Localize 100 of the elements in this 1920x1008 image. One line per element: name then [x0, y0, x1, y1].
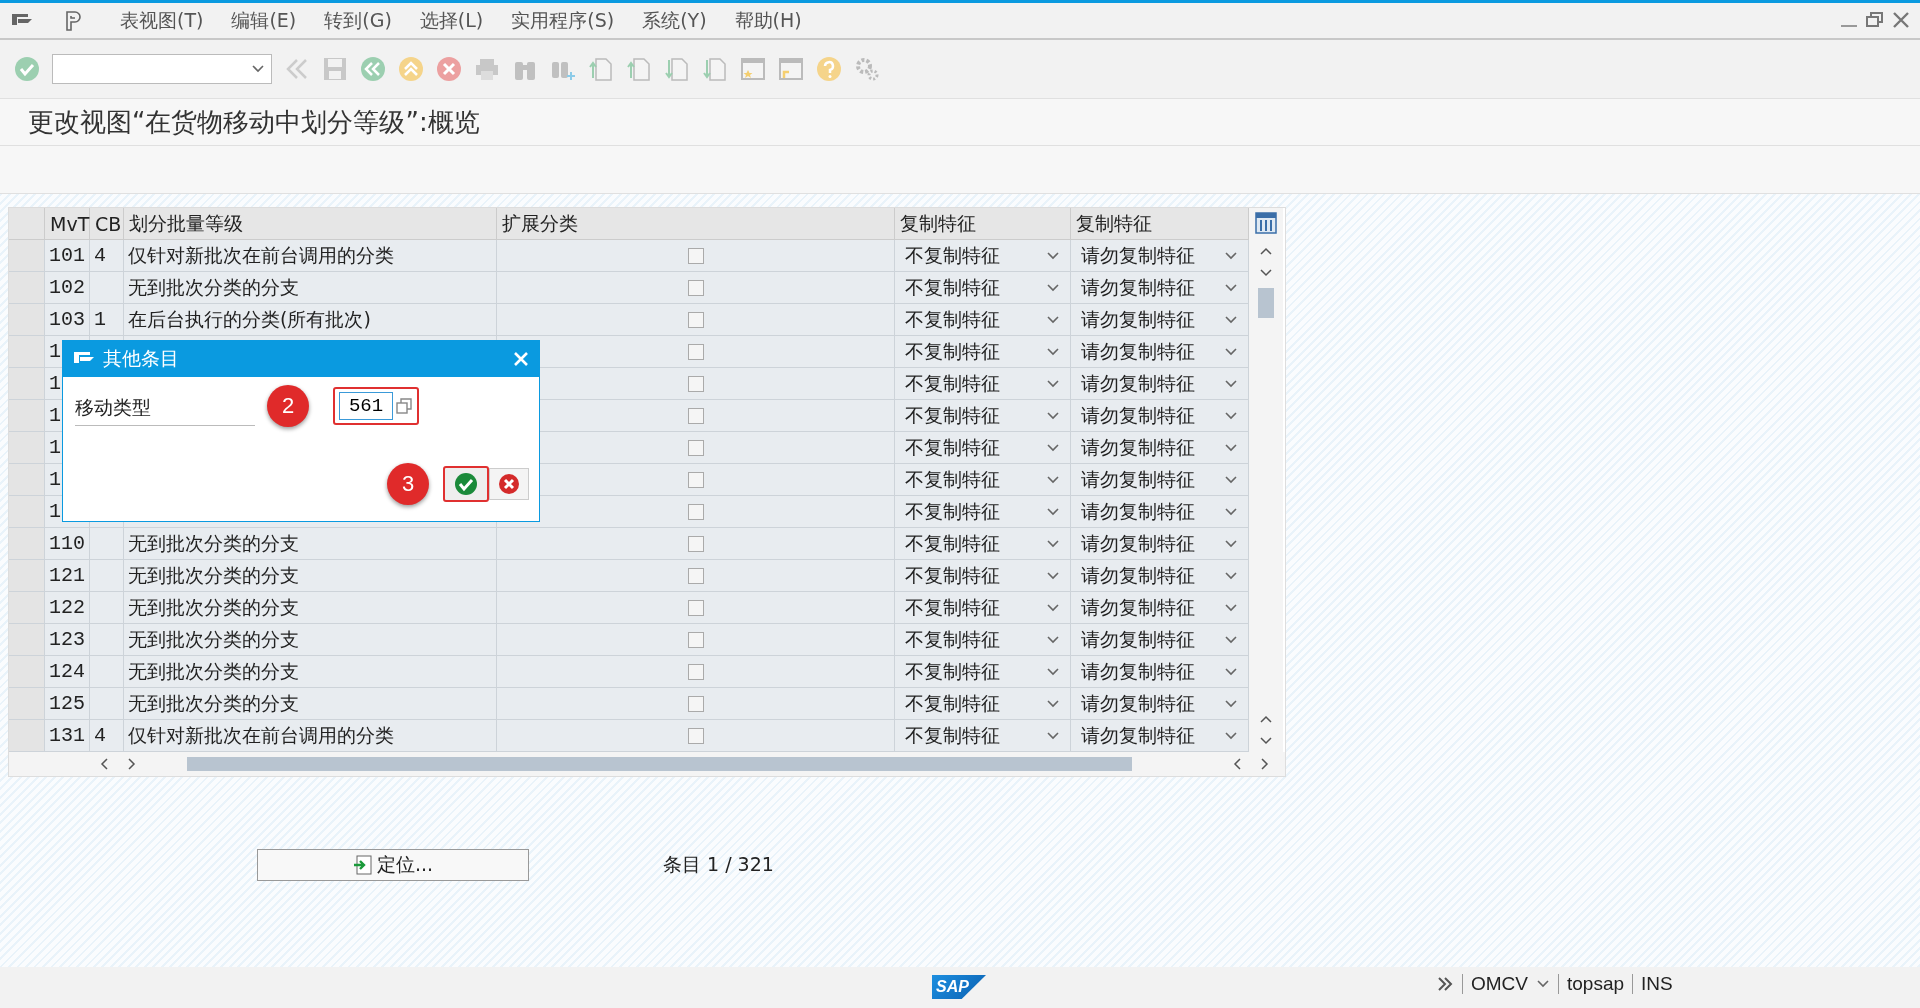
chevron-down-icon[interactable]: [1046, 346, 1060, 357]
check-icon[interactable]: [14, 56, 40, 82]
chevron-down-icon[interactable]: [1224, 666, 1238, 677]
chevron-down-icon[interactable]: [1046, 314, 1060, 325]
checkbox[interactable]: [687, 631, 704, 648]
dropdown[interactable]: 不复制特征: [895, 592, 1071, 624]
checkbox[interactable]: [687, 311, 704, 328]
input-field[interactable]: 561: [339, 392, 393, 420]
dropdown[interactable]: 不复制特征: [895, 272, 1071, 304]
page-arrow-icon[interactable]: [702, 56, 728, 82]
checkbox[interactable]: [687, 343, 704, 360]
chevron-down-icon[interactable]: [1046, 250, 1060, 261]
chevron-down-icon[interactable]: [1046, 474, 1060, 485]
column-header[interactable]: MvT: [45, 208, 90, 240]
chevron-down-icon[interactable]: [1224, 634, 1238, 645]
chevron-down-icon[interactable]: [1046, 698, 1060, 709]
chevron-down-icon[interactable]: [1224, 506, 1238, 517]
checkbox[interactable]: [687, 407, 704, 424]
chevron-down-icon[interactable]: [1046, 602, 1060, 613]
dropdown[interactable]: 请勿复制特征: [1071, 272, 1249, 304]
menu-item[interactable]: 系统(Y): [628, 7, 721, 34]
column-header[interactable]: 扩展分类: [497, 208, 895, 240]
chevron-down-icon[interactable]: [1046, 282, 1060, 293]
chevron-down-icon[interactable]: [1046, 410, 1060, 421]
chevron-down-icon[interactable]: [1224, 602, 1238, 613]
cancel-icon[interactable]: [436, 56, 462, 82]
double-chevron-right-icon[interactable]: [1436, 975, 1454, 993]
checkbox[interactable]: [687, 439, 704, 456]
scroll-left-icon[interactable]: [1232, 757, 1244, 771]
checkbox[interactable]: [687, 247, 704, 264]
menu-item[interactable]: 实用程序(S): [497, 7, 629, 34]
dropdown[interactable]: 请勿复制特征: [1071, 464, 1249, 496]
up-icon[interactable]: [398, 56, 424, 82]
column-header[interactable]: CB: [90, 208, 124, 240]
scroll-thumb[interactable]: [1258, 288, 1274, 318]
cancel-button[interactable]: [489, 468, 529, 500]
chevron-down-icon[interactable]: [1046, 570, 1060, 581]
chevron-down-icon[interactable]: [1224, 346, 1238, 357]
chevron-down-icon[interactable]: [1224, 698, 1238, 709]
chevron-down-icon[interactable]: [1224, 474, 1238, 485]
close-icon[interactable]: [1892, 11, 1910, 29]
chevron-down-icon[interactable]: [1224, 538, 1238, 549]
chevron-down-icon[interactable]: [1224, 314, 1238, 325]
chevron-down-icon[interactable]: [1046, 378, 1060, 389]
dropdown[interactable]: 不复制特征: [895, 496, 1071, 528]
chevron-down-icon[interactable]: [1224, 410, 1238, 421]
scroll-thumb[interactable]: [187, 757, 1132, 771]
dropdown[interactable]: 请勿复制特征: [1071, 720, 1249, 752]
dropdown[interactable]: 不复制特征: [895, 240, 1071, 272]
dropdown[interactable]: 不复制特征: [895, 528, 1071, 560]
checkbox[interactable]: [687, 695, 704, 712]
menu-item[interactable]: 编辑(E): [217, 7, 311, 34]
dropdown[interactable]: 请勿复制特征: [1071, 688, 1249, 720]
page-arrow-icon[interactable]: [626, 56, 652, 82]
command-field[interactable]: [52, 54, 272, 84]
scroll-right-icon[interactable]: [125, 757, 137, 771]
checkbox[interactable]: [687, 599, 704, 616]
menu-item[interactable]: 帮助(H): [720, 7, 816, 34]
scroll-right-icon[interactable]: [1258, 757, 1270, 771]
chevron-down-icon[interactable]: [1046, 666, 1060, 677]
dropdown[interactable]: 请勿复制特征: [1071, 624, 1249, 656]
dropdown[interactable]: 不复制特征: [895, 720, 1071, 752]
dropdown[interactable]: 请勿复制特征: [1071, 656, 1249, 688]
checkbox[interactable]: [687, 279, 704, 296]
dropdown[interactable]: 请勿复制特征: [1071, 528, 1249, 560]
dropdown[interactable]: 不复制特征: [895, 464, 1071, 496]
dropdown[interactable]: 不复制特征: [895, 688, 1071, 720]
column-header[interactable]: 划分批量等级: [124, 208, 497, 240]
confirm-button[interactable]: [443, 466, 489, 502]
dropdown[interactable]: 请勿复制特征: [1071, 496, 1249, 528]
checkbox[interactable]: [687, 567, 704, 584]
chevron-down-icon[interactable]: [1224, 282, 1238, 293]
dropdown[interactable]: 请勿复制特征: [1071, 400, 1249, 432]
value-help-icon[interactable]: [395, 397, 413, 415]
checkbox[interactable]: [687, 471, 704, 488]
chevron-down-icon[interactable]: [1536, 979, 1550, 989]
print-icon[interactable]: [474, 56, 500, 82]
checkbox[interactable]: [687, 535, 704, 552]
chevron-down-icon[interactable]: [1224, 378, 1238, 389]
menu-item[interactable]: 选择(L): [405, 7, 498, 34]
column-header[interactable]: [9, 208, 45, 240]
dropdown[interactable]: 不复制特征: [895, 432, 1071, 464]
dropdown[interactable]: 请勿复制特征: [1071, 368, 1249, 400]
dropdown[interactable]: 不复制特征: [895, 560, 1071, 592]
dropdown[interactable]: 不复制特征: [895, 336, 1071, 368]
column-header[interactable]: 复制特征: [1071, 208, 1249, 240]
dropdown[interactable]: 请勿复制特征: [1071, 336, 1249, 368]
chevron-down-icon[interactable]: [1224, 570, 1238, 581]
dropdown[interactable]: 请勿复制特征: [1071, 240, 1249, 272]
dropdown[interactable]: 不复制特征: [895, 304, 1071, 336]
dropdown[interactable]: 不复制特征: [895, 624, 1071, 656]
column-header[interactable]: 复制特征: [895, 208, 1071, 240]
back-icon[interactable]: [360, 56, 386, 82]
checkbox[interactable]: [687, 375, 704, 392]
chevron-down-icon[interactable]: [1224, 730, 1238, 741]
menu-item[interactable]: 表视图(T): [106, 7, 218, 34]
chevron-down-icon[interactable]: [1046, 538, 1060, 549]
chevron-down-icon[interactable]: [1046, 634, 1060, 645]
save-icon[interactable]: [322, 56, 348, 82]
dropdown[interactable]: 不复制特征: [895, 400, 1071, 432]
